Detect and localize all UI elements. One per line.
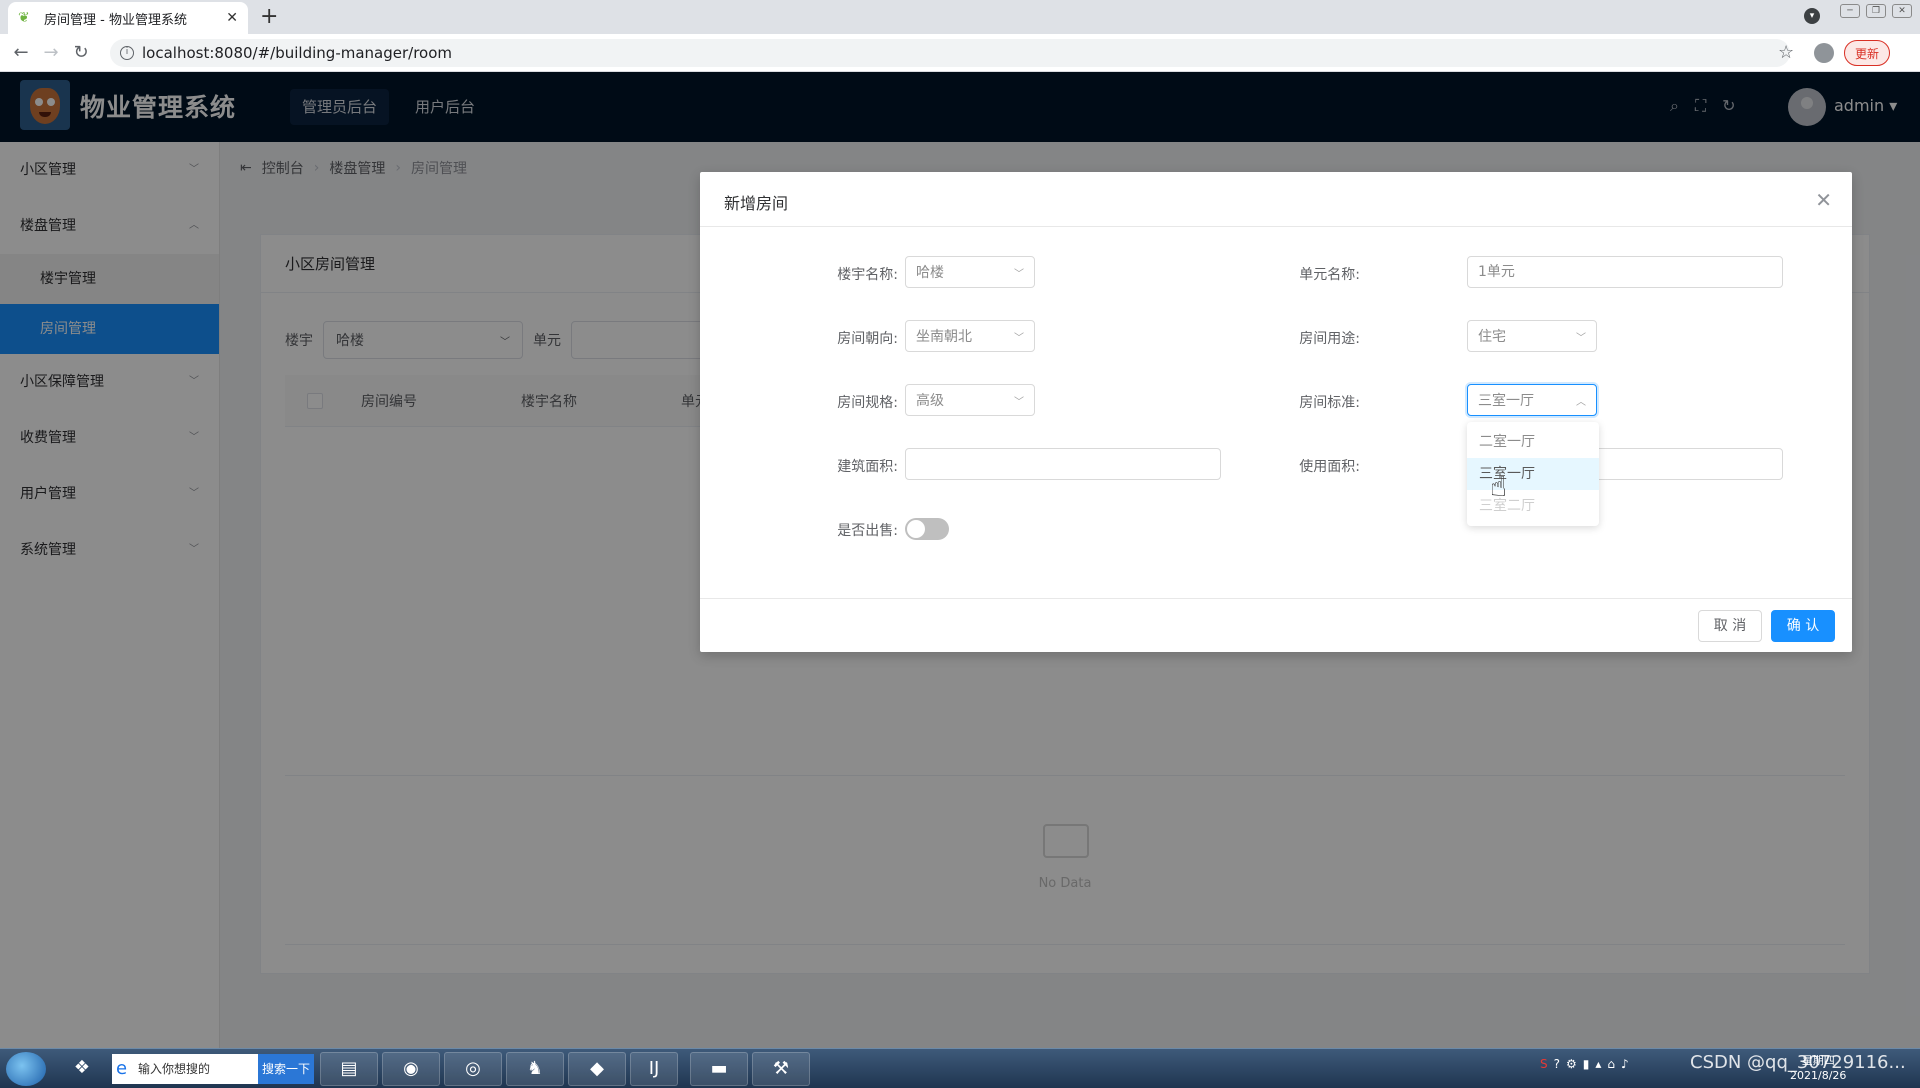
watermark-text: CSDN @qq_30729116... xyxy=(1690,1052,1906,1073)
dialog-title: 新增房间 xyxy=(724,194,789,213)
help-icon[interactable]: ? xyxy=(1554,1057,1560,1071)
start-button[interactable] xyxy=(6,1052,46,1086)
chevron-down-icon: ﹀ xyxy=(1014,268,1024,280)
app-icon-tool[interactable]: ⚒ xyxy=(752,1052,810,1086)
terminal-icon[interactable]: ▬ xyxy=(690,1052,748,1086)
restore-icon[interactable]: ❐ xyxy=(1866,4,1886,18)
chrome-icon[interactable]: ◎ xyxy=(444,1052,502,1086)
close-window-icon[interactable]: ✕ xyxy=(1892,4,1912,18)
confirm-button[interactable]: 确 认 xyxy=(1771,610,1835,642)
new-tab-icon[interactable]: + xyxy=(260,4,278,29)
spec-select[interactable]: 高级 ﹀ xyxy=(905,384,1035,416)
sold-label: 是否出售: xyxy=(837,523,898,539)
back-icon[interactable]: ← xyxy=(6,42,36,63)
address-bar[interactable]: i localhost:8080/#/building-manager/room xyxy=(110,39,1790,67)
unit-label: 单元名称: xyxy=(1299,267,1360,283)
system-tray: S ? ⚙ ▮ ▴ ⌂ ♪ xyxy=(1540,1057,1629,1071)
building-select[interactable]: 哈楼 ﹀ xyxy=(905,256,1035,288)
battery-icon[interactable]: ▮ xyxy=(1583,1057,1590,1071)
sold-switch[interactable] xyxy=(905,518,949,540)
minimize-icon[interactable]: ─ xyxy=(1840,4,1860,18)
close-icon[interactable]: ✕ xyxy=(226,10,238,26)
update-button[interactable]: 更新 xyxy=(1844,40,1891,66)
url-text: localhost:8080/#/building-manager/room xyxy=(142,44,453,62)
standard-select[interactable]: 三室一厅 ︿ xyxy=(1467,384,1597,416)
chevron-down-icon: ﹀ xyxy=(1014,396,1024,408)
building-label: 楼宇名称: xyxy=(837,267,898,283)
info-icon[interactable]: i xyxy=(120,46,134,60)
network-icon[interactable]: ⌂ xyxy=(1607,1057,1615,1071)
tab-search-icon[interactable]: ▾ xyxy=(1804,8,1820,24)
chevron-down-icon: ﹀ xyxy=(1576,332,1586,344)
build-area-label: 建筑面积: xyxy=(837,459,898,475)
add-room-dialog: 新增房间 ✕ 楼宇名称: 哈楼 ﹀ 单元名称: 1单元 房间朝向: 坐南朝北 ﹀ 房… xyxy=(700,172,1852,652)
taskbar-search-button[interactable]: 搜索一下 xyxy=(258,1054,314,1084)
dropdown-option[interactable]: 三室一厅 xyxy=(1467,458,1599,490)
app-icon-colorful[interactable]: ❖ xyxy=(58,1052,106,1086)
tab-title: 房间管理 - 物业管理系统 xyxy=(44,12,187,28)
use-area-label: 使用面积: xyxy=(1299,459,1360,475)
build-area-input[interactable] xyxy=(905,448,1221,480)
tray-icon[interactable]: S xyxy=(1540,1057,1548,1071)
chevron-up-icon: ︿ xyxy=(1576,396,1586,408)
usage-label: 房间用途: xyxy=(1299,331,1360,347)
volume-icon[interactable]: ♪ xyxy=(1621,1057,1629,1071)
browser-toolbar: ← → ↻ i localhost:8080/#/building-manage… xyxy=(0,34,1920,72)
ie-icon: e xyxy=(116,1058,128,1079)
window-controls: ─ ❐ ✕ xyxy=(1840,4,1912,18)
dropdown-option[interactable]: 二室一厅 xyxy=(1467,426,1599,458)
reload-icon[interactable]: ↻ xyxy=(66,42,96,63)
intellij-icon[interactable]: IJ xyxy=(630,1052,678,1086)
firefox-icon[interactable]: ◉ xyxy=(382,1052,440,1086)
os-taskbar: ❖ e 输入你想搜的 搜索一下 ▤ ◉ ◎ ♞ ◆ IJ ▬ ⚒ S ? ⚙ ▮… xyxy=(0,1048,1920,1088)
standard-dropdown: 二室一厅 三室一厅 三室二厅 xyxy=(1467,422,1599,526)
cancel-button[interactable]: 取 消 xyxy=(1698,610,1762,642)
spec-label: 房间规格: xyxy=(837,395,898,411)
spring-leaf-icon: ❦ xyxy=(18,10,30,26)
browser-tab[interactable]: ❦ 房间管理 - 物业管理系统 ✕ xyxy=(8,2,248,34)
close-icon[interactable]: ✕ xyxy=(1815,188,1832,212)
profile-icon[interactable] xyxy=(1814,43,1834,63)
usage-select[interactable]: 住宅 ﹀ xyxy=(1467,320,1597,352)
dropdown-option[interactable]: 三室二厅 xyxy=(1467,490,1599,522)
browser-tabbar: ❦ 房间管理 - 物业管理系统 ✕ + ▾ ─ ❐ ✕ xyxy=(0,0,1920,34)
forward-icon[interactable]: → xyxy=(36,42,66,63)
folder-icon[interactable]: ▤ xyxy=(320,1052,378,1086)
taskbar-search-input[interactable]: e 输入你想搜的 xyxy=(112,1054,258,1084)
hand-cursor-icon: ☝ xyxy=(1490,470,1508,503)
bookmark-star-icon[interactable]: ☆ xyxy=(1778,42,1794,63)
app-icon-yellow[interactable]: ◆ xyxy=(568,1052,626,1086)
app-icon-penguin[interactable]: ♞ xyxy=(506,1052,564,1086)
tray-arrow-icon[interactable]: ▴ xyxy=(1595,1057,1601,1071)
orientation-label: 房间朝向: xyxy=(837,331,898,347)
tray-icon[interactable]: ⚙ xyxy=(1566,1057,1577,1071)
orientation-select[interactable]: 坐南朝北 ﹀ xyxy=(905,320,1035,352)
unit-input[interactable]: 1单元 xyxy=(1467,256,1783,288)
standard-label: 房间标准: xyxy=(1299,395,1360,411)
chevron-down-icon: ﹀ xyxy=(1014,332,1024,344)
